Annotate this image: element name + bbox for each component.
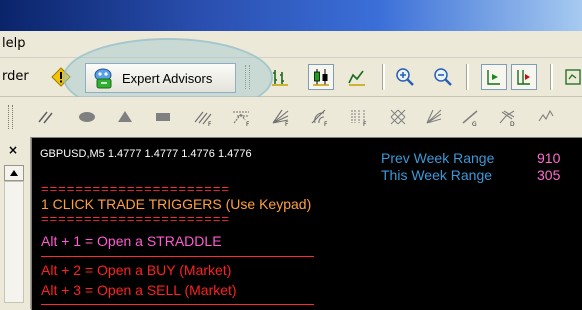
menu-item-help[interactable]: lelp bbox=[2, 36, 25, 51]
svg-text:G: G bbox=[472, 121, 477, 127]
zoom-in-icon bbox=[396, 68, 414, 86]
ellipse-button[interactable] bbox=[74, 104, 100, 130]
triggers-title: 1 CLICK TRADE TRIGGERS (Use Keypad) bbox=[41, 196, 312, 212]
expert-advisors-label: Expert Advisors bbox=[122, 70, 213, 86]
fibo-expansion-button[interactable]: F bbox=[229, 104, 255, 130]
pitchfork-icon: D bbox=[499, 110, 515, 127]
zoom-in-button[interactable] bbox=[392, 64, 418, 90]
trigger-separator bbox=[41, 304, 314, 305]
divider-top: ====================== bbox=[41, 181, 231, 196]
ellipse-icon bbox=[79, 112, 95, 122]
chart-window[interactable]: GBPUSD,M5 1.4777 1.4777 1.4776 1.4776 Pr… bbox=[31, 137, 582, 310]
gann-line-button[interactable]: G bbox=[458, 104, 484, 130]
gann-fan-icon bbox=[426, 109, 442, 124]
trigger-separator bbox=[41, 256, 314, 257]
gann-grid-icon bbox=[390, 109, 406, 125]
toolbar-separator bbox=[466, 64, 469, 90]
fibo-arcs-icon: F bbox=[311, 109, 328, 127]
andrews-pitchfork-button[interactable]: D bbox=[494, 104, 520, 130]
svg-text:F: F bbox=[324, 121, 328, 127]
close-icon[interactable]: × bbox=[8, 143, 18, 157]
parallel-lines-icon bbox=[38, 111, 53, 124]
svg-text:F: F bbox=[363, 121, 367, 127]
auto-scroll-button[interactable] bbox=[481, 64, 507, 90]
new-order-button-label[interactable]: rder bbox=[2, 69, 29, 84]
scroll-up-button[interactable] bbox=[4, 165, 24, 181]
svg-text:F: F bbox=[246, 121, 250, 127]
svg-text:F: F bbox=[285, 121, 289, 127]
toolbar-separator bbox=[382, 64, 385, 90]
line-studies-toolbar: F F F F F G D bbox=[0, 97, 582, 137]
channel-button[interactable] bbox=[33, 104, 59, 130]
rectangle-button[interactable] bbox=[150, 104, 176, 130]
zoom-out-button[interactable] bbox=[430, 64, 456, 90]
triangle-icon bbox=[118, 111, 132, 122]
auto-scroll-icon bbox=[487, 70, 500, 85]
fibo-timezones-icon: F bbox=[351, 110, 367, 127]
elliott-wave-icon bbox=[538, 109, 554, 122]
trigger-buy: Alt + 2 = Open a BUY (Market) bbox=[41, 262, 232, 278]
trigger-sell: Alt + 3 = Open a SELL (Market) bbox=[41, 282, 237, 298]
prev-week-range-label: Prev Week Range bbox=[381, 150, 495, 166]
bar-chart-icon bbox=[272, 70, 288, 86]
svg-text:F: F bbox=[208, 121, 212, 127]
fibo-expansion-icon: F bbox=[233, 111, 250, 127]
elliott-wave-button[interactable] bbox=[534, 104, 560, 130]
this-week-range-value: 305 bbox=[537, 167, 561, 183]
chart-symbol-header: GBPUSD,M5 1.4777 1.4777 1.4776 1.4776 bbox=[40, 148, 252, 160]
chart-shift-icon bbox=[517, 70, 530, 85]
triangle-button[interactable] bbox=[112, 104, 138, 130]
svg-text:D: D bbox=[510, 121, 515, 127]
divider-bottom: ====================== bbox=[41, 211, 231, 226]
window-title-bar bbox=[0, 0, 582, 31]
fibo-channel-button[interactable]: F bbox=[191, 104, 217, 130]
line-chart-icon bbox=[348, 70, 365, 86]
fibo-fan-icon: F bbox=[272, 109, 289, 127]
candlestick-icon bbox=[313, 69, 329, 86]
toolbar-separator bbox=[550, 64, 553, 90]
candlestick-button[interactable] bbox=[308, 64, 334, 90]
toolbar-grip[interactable] bbox=[8, 105, 13, 129]
arrow-up-icon bbox=[10, 170, 18, 176]
gann-line-icon: G bbox=[462, 110, 478, 127]
gann-fan-button[interactable] bbox=[422, 104, 448, 130]
periodicity-icon bbox=[565, 69, 581, 85]
this-week-range-label: This Week Range bbox=[381, 167, 493, 183]
fibo-timezones-button[interactable]: F bbox=[346, 104, 372, 130]
periodicity-button[interactable] bbox=[560, 64, 582, 90]
chart-shift-button[interactable] bbox=[511, 64, 537, 90]
fibo-arcs-button[interactable]: F bbox=[307, 104, 333, 130]
line-chart-button[interactable] bbox=[344, 64, 370, 90]
expert-advisors-button[interactable]: Expert Advisors bbox=[85, 63, 236, 93]
gann-grid-button[interactable] bbox=[386, 104, 412, 130]
rectangle-icon bbox=[156, 113, 170, 121]
fibo-fan-button[interactable]: F bbox=[268, 104, 294, 130]
zoom-out-icon bbox=[434, 68, 452, 86]
navigator-panel: × bbox=[0, 137, 31, 309]
prev-week-range-value: 910 bbox=[537, 150, 561, 166]
trigger-straddle: Alt + 1 = Open a STRADDLE bbox=[41, 233, 222, 249]
fibo-channel-icon: F bbox=[194, 111, 212, 127]
expert-advisors-icon bbox=[94, 68, 112, 89]
scrollbar-track[interactable] bbox=[4, 181, 24, 303]
